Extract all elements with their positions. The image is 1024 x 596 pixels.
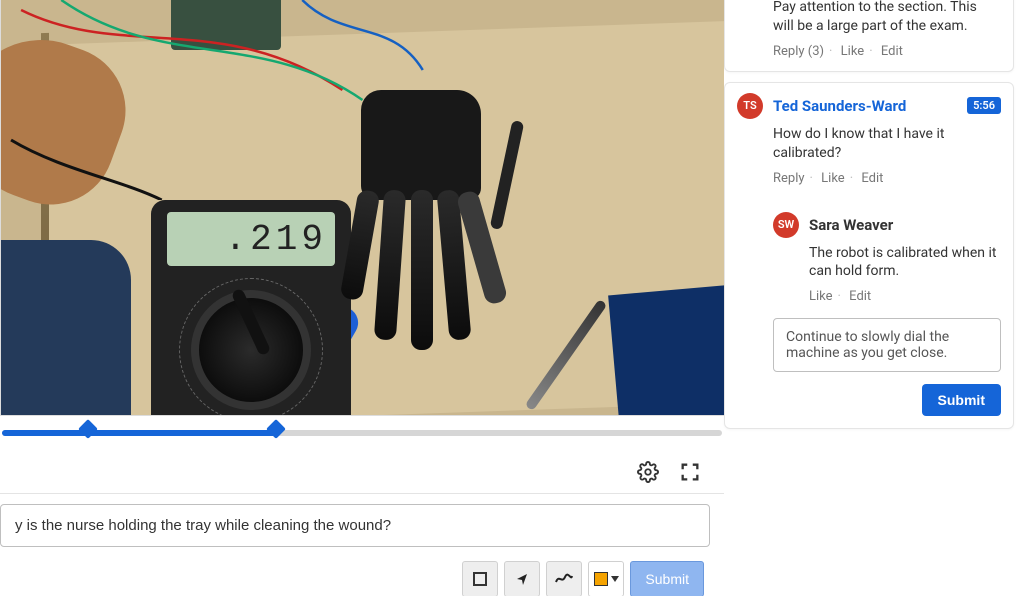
question-input[interactable] — [0, 504, 710, 547]
comment-card: PW Professor Williams 5:37 Pay attention… — [724, 0, 1014, 72]
edit-link[interactable]: Edit — [861, 171, 883, 186]
robotic-hand — [331, 90, 511, 350]
fullscreen-button[interactable] — [676, 458, 704, 486]
avatar: TS — [737, 93, 763, 119]
tool-scribble[interactable] — [546, 561, 582, 596]
multimeter-reading: .219 — [167, 212, 335, 266]
video-progress-track[interactable] — [2, 430, 722, 436]
like-link[interactable]: Like — [821, 171, 845, 186]
settings-button[interactable] — [634, 458, 662, 486]
reply-body: The robot is calibrated when it can hold… — [753, 244, 1013, 282]
comment-card: TS Ted Saunders-Ward 5:56 How do I know … — [724, 82, 1014, 430]
multimeter: .219 — [151, 200, 351, 416]
reply-input[interactable]: Continue to slowly dial the machine as y… — [773, 318, 1001, 372]
reply-link[interactable]: Reply (3) — [773, 44, 824, 59]
edit-link[interactable]: Edit — [849, 289, 871, 304]
like-link[interactable]: Like — [809, 289, 833, 304]
question-submit-button[interactable]: Submit — [630, 561, 704, 596]
tool-square[interactable] — [462, 561, 498, 596]
gear-icon — [637, 461, 659, 483]
comment-body: Pay attention to the section. This will … — [725, 0, 1013, 36]
fullscreen-icon — [679, 461, 701, 483]
tool-pointer[interactable] — [504, 561, 540, 596]
color-swatch-icon — [594, 572, 608, 586]
edit-link[interactable]: Edit — [881, 44, 903, 59]
video-frame: .219 — [1, 0, 724, 415]
comment-timestamp[interactable]: 5:56 — [967, 97, 1001, 114]
pointer-icon — [514, 571, 530, 587]
tool-color[interactable] — [588, 561, 624, 596]
like-link[interactable]: Like — [841, 44, 865, 59]
comment-body: How do I know that I have it calibrated? — [725, 125, 1013, 163]
square-icon — [473, 572, 487, 586]
caret-icon — [611, 576, 619, 582]
video-player[interactable]: .219 — [0, 0, 724, 416]
video-progress-fill — [2, 430, 276, 436]
scribble-icon — [555, 572, 573, 586]
avatar: SW — [773, 212, 799, 238]
reply-link[interactable]: Reply — [773, 171, 805, 186]
reply-submit-button[interactable]: Submit — [922, 384, 1001, 416]
reply-author: Sara Weaver — [809, 216, 1001, 234]
comment-author: Ted Saunders-Ward — [773, 97, 967, 115]
